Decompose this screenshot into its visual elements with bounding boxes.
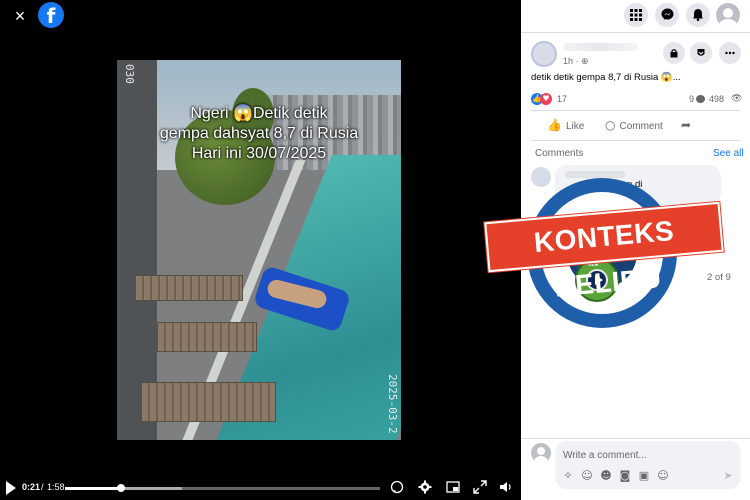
- post-author-name-redacted[interactable]: [563, 43, 638, 51]
- top-bar: [521, 0, 750, 30]
- camera-icon[interactable]: ◙: [618, 469, 632, 483]
- expand-icon[interactable]: [472, 480, 488, 496]
- divider: [531, 140, 740, 141]
- share-arrow-icon: ➦: [681, 118, 692, 132]
- divider: [521, 438, 750, 439]
- sticker-icon[interactable]: ✧: [561, 469, 575, 483]
- volume-icon[interactable]: [498, 480, 514, 496]
- picture-in-picture-icon[interactable]: [445, 480, 461, 496]
- view-count: 498: [709, 94, 725, 104]
- progress-bar[interactable]: [65, 484, 380, 492]
- like-button[interactable]: 👍 Like: [547, 115, 584, 135]
- comment-label: Comment: [619, 121, 663, 132]
- facebook-video-viewer: × f 030 2025-03-2 Ngeri 😱Detik detik gem…: [0, 0, 750, 500]
- save-post-icon[interactable]: [663, 42, 685, 64]
- divider: [521, 32, 750, 33]
- video-lounger: [141, 382, 276, 422]
- comment-composer: ✧ ☺ ☻ ◙ ▣ ☺ ➤: [555, 441, 741, 489]
- video-lounger: [135, 275, 243, 301]
- video-player[interactable]: 030 2025-03-2 Ngeri 😱Detik detik gempa d…: [117, 60, 401, 440]
- comment-count[interactable]: 9: [689, 94, 694, 104]
- play-icon[interactable]: [6, 481, 16, 495]
- post-text: detik detik gempa 8,7 di Rusia 😱...: [531, 72, 681, 83]
- video-caption: Ngeri 😱Detik detik gempa dahsyat 8,7 di …: [117, 104, 401, 164]
- gif-icon[interactable]: ▣: [637, 469, 651, 483]
- comments-heading: Comments: [535, 148, 584, 159]
- emoji-icon[interactable]: ☻: [599, 469, 613, 483]
- sticker-face-icon[interactable]: ☺: [656, 469, 670, 483]
- comment-input[interactable]: [563, 447, 733, 463]
- thumbs-up-icon: 👍: [547, 118, 562, 132]
- video-caption-line: Hari ini 30/07/2025: [191, 145, 327, 162]
- commenter-avatar[interactable]: [531, 167, 551, 187]
- close-icon[interactable]: ×: [10, 6, 30, 26]
- comment-icon: ○: [605, 118, 616, 132]
- comment-button[interactable]: ○ Comment: [605, 115, 663, 135]
- share-button[interactable]: ➦: [681, 115, 695, 135]
- divider: [531, 110, 740, 111]
- bookmark-icon[interactable]: [690, 42, 712, 64]
- progress-fill: [65, 487, 122, 490]
- player-controls: 0:21 / 1:58: [0, 476, 521, 500]
- video-timestamp-bottom: 2025-03-2: [386, 374, 399, 434]
- eye-icon: 👁: [731, 94, 743, 104]
- video-caption-line: Ngeri 😱Detik detik: [190, 105, 328, 122]
- progress-knob[interactable]: [117, 484, 126, 492]
- love-reaction-icon: ♥: [540, 93, 552, 105]
- account-avatar[interactable]: [716, 3, 740, 27]
- comment-bubble-icon: [696, 95, 705, 103]
- like-label: Like: [565, 121, 585, 132]
- reaction-count: 17: [557, 94, 568, 104]
- video-caption-line: gempa dahsyat 8,7 di Rusia: [159, 125, 359, 142]
- post-timestamp[interactable]: 1h · ⊕: [563, 56, 589, 67]
- video-lounger: [157, 322, 257, 352]
- video-pane: × f 030 2025-03-2 Ngeri 😱Detik detik gem…: [0, 0, 521, 500]
- bell-icon[interactable]: [686, 3, 710, 27]
- captions-icon[interactable]: [389, 480, 405, 496]
- avatar-sticker-icon[interactable]: ☺: [580, 469, 594, 483]
- video-timestamp-top: 030: [123, 64, 136, 84]
- grid-icon[interactable]: [624, 3, 648, 27]
- time-current: 0:21: [22, 482, 41, 492]
- commenter-name-redacted[interactable]: [565, 171, 625, 178]
- more-options-icon[interactable]: [719, 42, 741, 64]
- messenger-icon[interactable]: [655, 3, 679, 27]
- composer-avatar[interactable]: [531, 443, 551, 463]
- gear-icon[interactable]: [417, 480, 433, 496]
- send-icon[interactable]: ➤: [721, 469, 735, 483]
- post-author-avatar[interactable]: [531, 41, 557, 67]
- time-separator: /: [41, 482, 44, 492]
- time-total: 1:58: [47, 482, 65, 492]
- facebook-logo-icon[interactable]: f: [38, 2, 64, 28]
- see-all-link[interactable]: See all: [713, 148, 744, 159]
